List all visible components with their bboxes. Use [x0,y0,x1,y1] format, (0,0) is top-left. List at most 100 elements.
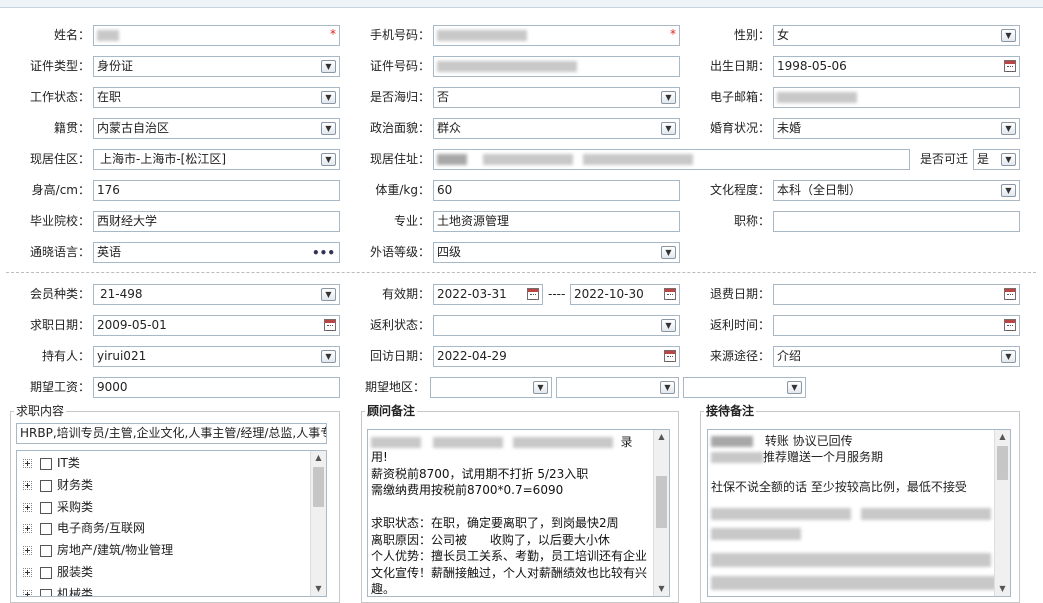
chevron-down-icon[interactable]: ▼ [661,91,676,104]
chevron-down-icon[interactable]: ▼ [1001,122,1016,135]
marital-select[interactable]: 未婚 ▼ [773,118,1020,139]
chevron-down-icon[interactable]: ▼ [787,381,802,394]
chevron-down-icon[interactable]: ▼ [321,153,336,166]
chevron-down-icon[interactable]: ▼ [1001,153,1016,166]
calendar-icon[interactable] [1004,60,1016,72]
language-picker[interactable]: 英语 ••• [93,242,340,263]
tree-item[interactable]: 采购类 [23,497,93,517]
tree-scrollbar[interactable]: ▲ ▼ [310,451,326,596]
tree-item[interactable]: 财务类 [23,475,93,495]
area-district-select[interactable]: ▼ [683,377,806,398]
jobdate-input[interactable]: 2009-05-01 [93,315,340,336]
political-select[interactable]: 群众 ▼ [433,118,680,139]
tree-item[interactable]: 房地产/建筑/物业管理 [23,540,173,560]
education-select[interactable]: 本科（全日制） ▼ [773,180,1020,201]
scroll-thumb[interactable] [997,446,1008,480]
tree-item[interactable]: 服装类 [23,562,93,582]
scroll-down-icon[interactable]: ▼ [311,582,326,596]
curarea-select[interactable]: 上海市-上海市-[松江区] ▼ [93,149,340,170]
chevron-down-icon[interactable]: ▼ [661,122,676,135]
title-input[interactable] [773,211,1020,232]
chevron-down-icon[interactable]: ▼ [321,122,336,135]
holder-select[interactable]: yirui021 ▼ [93,346,340,367]
plus-icon[interactable] [23,568,32,577]
calendar-icon[interactable] [1004,288,1016,300]
job-category-tree[interactable]: IT类 财务类 采购类 电子商务/互联网 房地产/建筑/物业管理 服装类 机械类… [16,450,327,597]
checkbox[interactable] [40,457,52,470]
returnee-select[interactable]: 否 ▼ [433,87,680,108]
plus-icon[interactable] [23,459,32,468]
calendar-icon[interactable] [664,288,676,300]
checkbox[interactable] [40,479,52,492]
weight-input[interactable]: 60 [433,180,680,201]
chevron-down-icon[interactable]: ▼ [321,288,336,301]
tree-item[interactable]: 机械类 [23,584,93,596]
scroll-up-icon[interactable]: ▲ [995,430,1010,444]
job-summary-input[interactable]: HRBP,培训专员/主管,企业文化,人事主管/经理/总监,人事专 [16,423,327,444]
scroll-thumb[interactable] [313,467,324,507]
checkbox[interactable] [40,522,52,535]
chevron-down-icon[interactable]: ▼ [1001,350,1016,363]
scroll-thumb[interactable] [656,476,667,528]
checkbox[interactable] [40,544,52,557]
chevron-down-icon[interactable]: ▼ [321,350,336,363]
area-city-select[interactable]: ▼ [556,377,679,398]
chevron-down-icon[interactable]: ▼ [321,91,336,104]
chevron-down-icon[interactable]: ▼ [533,381,548,394]
chevron-down-icon[interactable]: ▼ [1001,184,1016,197]
scroll-down-icon[interactable]: ▼ [995,582,1010,596]
scroll-up-icon[interactable]: ▲ [311,451,326,465]
plus-icon[interactable] [23,590,32,596]
valid-from-input[interactable]: 2022-03-31 [433,284,543,305]
native-select[interactable]: 内蒙古自治区 ▼ [93,118,340,139]
salary-input[interactable]: 9000 [93,377,340,398]
checkbox[interactable] [40,566,52,579]
idno-input[interactable] [433,56,680,77]
plus-icon[interactable] [23,503,32,512]
checkbox[interactable] [40,588,52,596]
ellipsis-icon[interactable]: ••• [312,244,335,262]
plus-icon[interactable] [23,546,32,555]
name-input[interactable]: * [93,25,340,46]
idtype-select[interactable]: 身份证 ▼ [93,56,340,77]
scroll-up-icon[interactable]: ▲ [654,430,669,444]
advisor-notes-textarea[interactable]: 录 用! 薪资税前8700，试用期不打折 5/23入职 需缴纳费用按税前8700… [367,429,670,597]
plus-icon[interactable] [23,481,32,490]
reception-scrollbar[interactable]: ▲ ▼ [994,430,1010,596]
birth-date-input[interactable]: 1998-05-06 [773,56,1020,77]
calendar-icon[interactable] [1004,319,1016,331]
calendar-icon[interactable] [527,288,539,300]
chevron-down-icon[interactable]: ▼ [661,319,676,332]
visit-date-input[interactable]: 2022-04-29 [433,346,680,367]
tree-item[interactable]: 电子商务/互联网 [23,518,145,538]
calendar-icon[interactable] [664,350,676,362]
member-select[interactable]: 21-498 ▼ [93,284,340,305]
foreign-select[interactable]: 四级 ▼ [433,242,680,263]
rebate-select[interactable]: ▼ [433,315,680,336]
workstatus-select[interactable]: 在职 ▼ [93,87,340,108]
chevron-down-icon[interactable]: ▼ [661,246,676,259]
phone-input[interactable]: * [433,25,680,46]
tree-item[interactable]: IT类 [23,453,80,473]
major-input[interactable]: 土地资源管理 [433,211,680,232]
height-input[interactable]: 176 [93,180,340,201]
area-province-select[interactable]: ▼ [430,377,552,398]
chevron-down-icon[interactable]: ▼ [660,381,675,394]
scroll-down-icon[interactable]: ▼ [654,582,669,596]
calendar-icon[interactable] [324,319,336,331]
refund-date-input[interactable] [773,284,1020,305]
valid-to-input[interactable]: 2022-10-30 [570,284,680,305]
reception-notes-textarea[interactable]: 转账 协议已回传 推荐赠送一个月服务期 社保不说全额的话 至少按较高比例，最低不… [707,429,1011,597]
chevron-down-icon[interactable]: ▼ [321,60,336,73]
rebatetime-input[interactable] [773,315,1020,336]
curaddr-input[interactable] [433,149,910,170]
source-select[interactable]: 介绍 ▼ [773,346,1020,367]
school-input[interactable]: 西财经大学 [93,211,340,232]
relocate-select[interactable]: 是 ▼ [973,149,1020,170]
advisor-scrollbar[interactable]: ▲ ▼ [653,430,669,596]
gender-select[interactable]: 女 ▼ [773,25,1020,46]
checkbox[interactable] [40,501,52,514]
chevron-down-icon[interactable]: ▼ [1001,29,1016,42]
plus-icon[interactable] [23,524,32,533]
email-input[interactable] [773,87,1020,108]
